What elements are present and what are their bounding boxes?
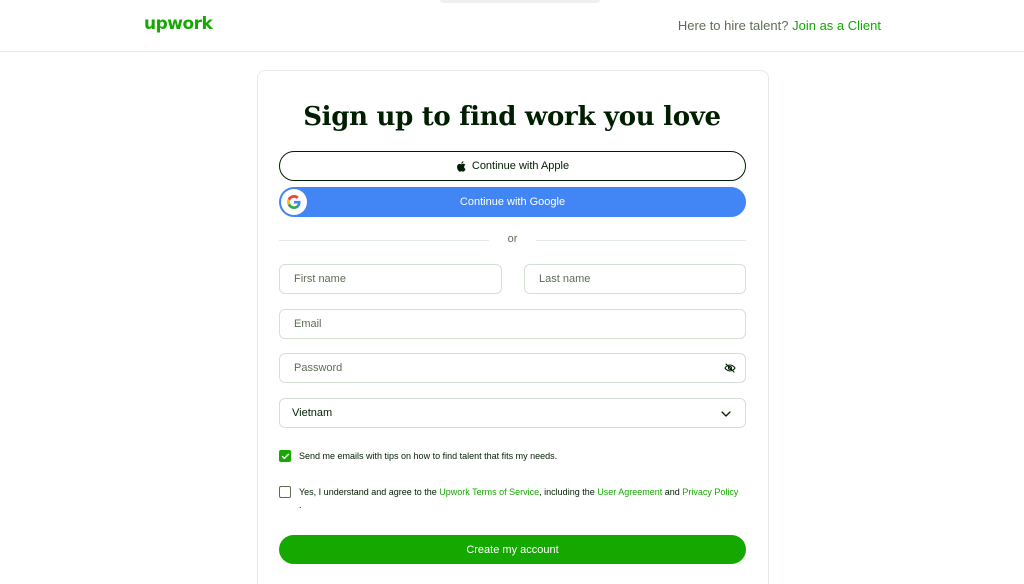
privacy-policy-link[interactable]: Privacy Policy <box>682 487 738 497</box>
or-divider: or <box>279 233 746 247</box>
top-navigation-bar: upwork Here to hire talent? Join as a Cl… <box>0 0 1024 52</box>
last-name-input[interactable] <box>525 265 745 293</box>
check-icon <box>281 453 289 459</box>
terms-and: and <box>664 487 680 497</box>
continue-with-google-button[interactable]: Continue with Google <box>279 187 746 217</box>
email-input[interactable] <box>280 310 745 338</box>
terms-prefix: Yes, I understand and agree to the <box>299 487 437 497</box>
join-as-client-link[interactable]: Join as a Client <box>792 18 881 33</box>
page-title: Sign up to find work you love <box>303 102 721 132</box>
top-tab-shadow <box>440 0 600 3</box>
google-icon <box>281 189 307 215</box>
first-name-field[interactable] <box>279 264 502 294</box>
eye-off-icon[interactable] <box>724 362 736 374</box>
country-select[interactable]: Vietnam <box>279 398 746 428</box>
divider-or-text: or <box>507 233 518 245</box>
email-tips-option: Send me emails with tips on how to find … <box>279 450 557 463</box>
apple-icon <box>456 160 466 172</box>
apple-button-label: Continue with Apple <box>471 160 570 172</box>
terms-label: Yes, I understand and agree to the Upwor… <box>299 486 739 512</box>
hire-talent-prompt: Here to hire talent? Join as a Client <box>678 18 881 33</box>
password-input[interactable] <box>280 354 745 382</box>
hire-prompt-text: Here to hire talent? <box>677 18 789 33</box>
country-select-value: Vietnam <box>292 407 333 419</box>
terms-suffix: . <box>299 500 302 510</box>
chevron-down-icon <box>720 408 732 420</box>
first-name-input[interactable] <box>280 265 501 293</box>
user-agreement-link[interactable]: User Agreement <box>597 487 662 497</box>
terms-checkbox[interactable] <box>279 486 291 498</box>
terms-option: Yes, I understand and agree to the Upwor… <box>279 486 739 512</box>
continue-with-apple-button[interactable]: Continue with Apple <box>279 151 746 181</box>
email-tips-checkbox[interactable] <box>279 450 291 462</box>
divider-line-right <box>536 240 746 241</box>
email-tips-label: Send me emails with tips on how to find … <box>299 451 558 461</box>
terms-middle: , including the <box>539 487 595 497</box>
google-button-label: Continue with Google <box>459 196 566 208</box>
email-field[interactable] <box>279 309 746 339</box>
upwork-terms-link[interactable]: Upwork Terms of Service <box>439 487 539 497</box>
password-field[interactable] <box>279 353 746 383</box>
create-account-button[interactable]: Create my account <box>279 535 746 564</box>
last-name-field[interactable] <box>524 264 746 294</box>
upwork-logo[interactable]: upwork <box>144 14 213 34</box>
